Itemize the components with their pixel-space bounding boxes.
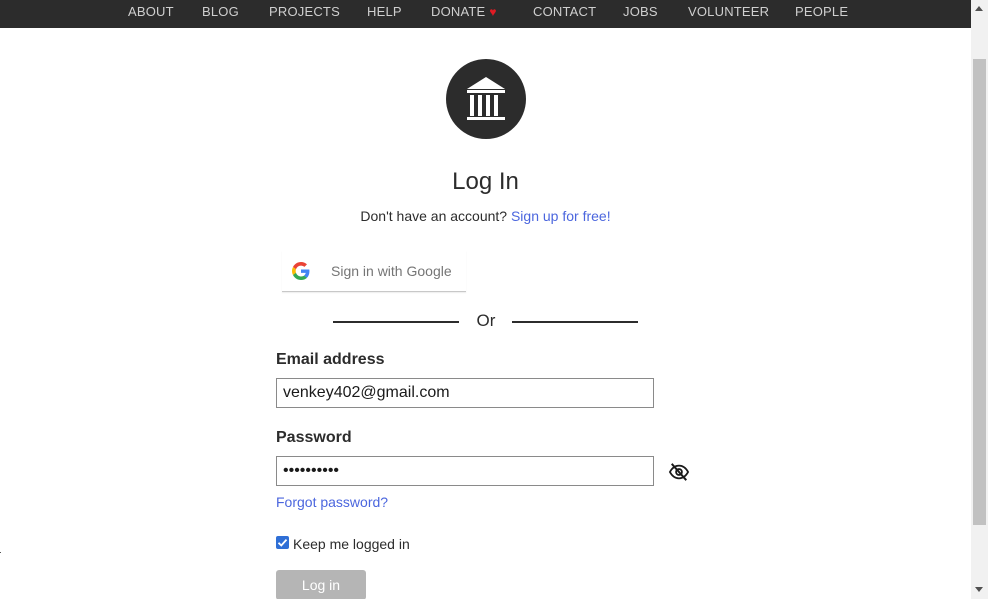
or-label: Or — [476, 311, 496, 330]
divider-line-right — [512, 321, 638, 323]
nav-about[interactable]: ABOUT — [128, 4, 174, 19]
password-label: Password — [276, 429, 352, 446]
email-label: Email address — [276, 351, 385, 368]
nav-donate-label: DONATE — [431, 4, 486, 19]
signup-prompt: Don't have an account? Sign up for free! — [0, 208, 971, 224]
forgot-password-link[interactable]: Forgot password? — [276, 494, 388, 510]
vertical-scrollbar[interactable] — [971, 0, 988, 599]
nav-donate[interactable]: DONATE ♥ — [431, 4, 497, 19]
no-account-text: Don't have an account? — [360, 208, 508, 224]
login-button[interactable]: Log in — [276, 570, 366, 599]
scroll-down-arrow-icon[interactable] — [975, 587, 983, 592]
eye-slash-icon[interactable] — [668, 462, 690, 482]
nav-jobs[interactable]: JOBS — [623, 4, 658, 19]
keep-logged-in-checkbox[interactable] — [276, 536, 289, 549]
google-signin-label: Sign in with Google — [331, 263, 452, 279]
divider-line-left — [333, 321, 459, 323]
nav-volunteer[interactable]: VOLUNTEER — [688, 4, 769, 19]
top-navigation: ABOUT BLOG PROJECTS HELP DONATE ♥ CONTACT… — [0, 0, 971, 28]
login-page: ABOUT BLOG PROJECTS HELP DONATE ♥ CONTACT… — [0, 0, 988, 599]
nav-blog[interactable]: BLOG — [202, 4, 239, 19]
nav-help[interactable]: HELP — [367, 4, 402, 19]
edge-mark — [0, 552, 1, 553]
email-field[interactable] — [276, 378, 654, 408]
password-field[interactable] — [276, 456, 654, 486]
site-logo[interactable] — [446, 59, 526, 139]
keep-logged-in-label: Keep me logged in — [293, 536, 410, 552]
scroll-up-arrow-icon[interactable] — [975, 6, 983, 11]
nav-people[interactable]: PEOPLE — [795, 4, 848, 19]
scroll-thumb[interactable] — [973, 59, 986, 525]
heart-icon: ♥ — [489, 5, 497, 19]
google-g-icon — [292, 262, 310, 280]
nav-projects[interactable]: PROJECTS — [269, 4, 340, 19]
checkmark-icon — [277, 539, 288, 547]
signup-link[interactable]: Sign up for free — [511, 208, 607, 224]
page-title: Log In — [452, 168, 519, 195]
nav-contact[interactable]: CONTACT — [533, 4, 596, 19]
signup-suffix: ! — [606, 208, 611, 224]
google-signin-button[interactable]: Sign in with Google — [282, 251, 466, 292]
institution-building-icon — [467, 77, 505, 120]
